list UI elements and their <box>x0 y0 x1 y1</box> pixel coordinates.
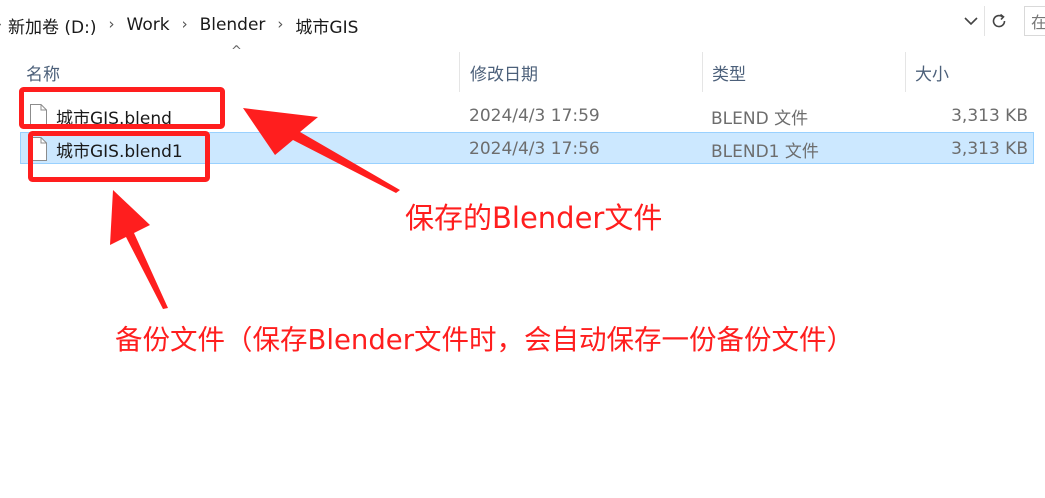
file-explorer-window: › 新加卷 (D:) › Work › Blender › 城市GIS 在 ^ … <box>0 0 1045 498</box>
annotation-label-backup: 备份文件（保存Blender文件时，会自动保存一份备份文件） <box>115 324 855 356</box>
chevron-right-icon[interactable]: › <box>170 15 200 33</box>
chevron-right-icon[interactable]: › <box>265 15 295 33</box>
search-placeholder: 在 <box>1031 13 1045 32</box>
file-row-selected[interactable]: 城市GIS.blend1 2024/4/3 17:56 BLEND1 文件 3,… <box>20 132 1034 164</box>
column-header-date-label: 修改日期 <box>470 64 538 85</box>
file-name: 城市GIS.blend <box>56 108 172 129</box>
column-header-type-label: 类型 <box>712 64 746 85</box>
chevron-right-icon[interactable]: › <box>0 15 8 33</box>
address-bar[interactable]: › 新加卷 (D:) › Work › Blender › 城市GIS <box>0 6 1014 44</box>
column-divider[interactable] <box>702 52 703 92</box>
breadcrumb-drive[interactable]: 新加卷 (D:) <box>8 13 97 38</box>
column-header-type[interactable]: 类型 <box>704 52 904 92</box>
chevron-right-icon[interactable]: › <box>97 15 127 33</box>
file-name: 城市GIS.blend1 <box>56 141 183 162</box>
column-divider[interactable] <box>459 52 460 92</box>
file-type: BLEND1 文件 <box>711 141 819 162</box>
column-header-date[interactable]: 修改日期 <box>462 52 702 92</box>
file-icon <box>30 104 47 128</box>
file-icon <box>30 137 47 161</box>
file-date: 2024/4/3 17:56 <box>469 139 600 159</box>
arrow-to-backup-file <box>110 190 168 309</box>
column-header-name-label: 名称 <box>26 64 60 85</box>
column-header-size[interactable]: 大小 <box>907 52 1037 92</box>
file-date: 2024/4/3 17:59 <box>469 106 600 126</box>
column-divider[interactable] <box>905 52 906 92</box>
annotation-label-saved: 保存的Blender文件 <box>405 201 663 235</box>
file-size: 3,313 KB <box>951 106 1028 126</box>
file-name-cell[interactable]: 城市GIS.blend <box>28 100 172 132</box>
chevron-down-icon[interactable] <box>960 10 982 32</box>
breadcrumb-work[interactable]: Work <box>127 15 170 35</box>
column-header-size-label: 大小 <box>915 64 949 85</box>
file-size: 3,313 KB <box>951 139 1028 159</box>
search-input[interactable]: 在 <box>1024 6 1045 36</box>
breadcrumb-blender[interactable]: Blender <box>200 15 266 35</box>
breadcrumb-current-folder[interactable]: 城市GIS <box>295 13 358 38</box>
file-name-cell[interactable]: 城市GIS.blend1 <box>28 133 183 165</box>
column-header-name[interactable]: 名称 <box>18 52 458 92</box>
refresh-icon[interactable] <box>984 6 1013 36</box>
file-type: BLEND 文件 <box>711 108 809 129</box>
file-row[interactable]: 城市GIS.blend 2024/4/3 17:59 BLEND 文件 3,31… <box>20 100 1034 132</box>
